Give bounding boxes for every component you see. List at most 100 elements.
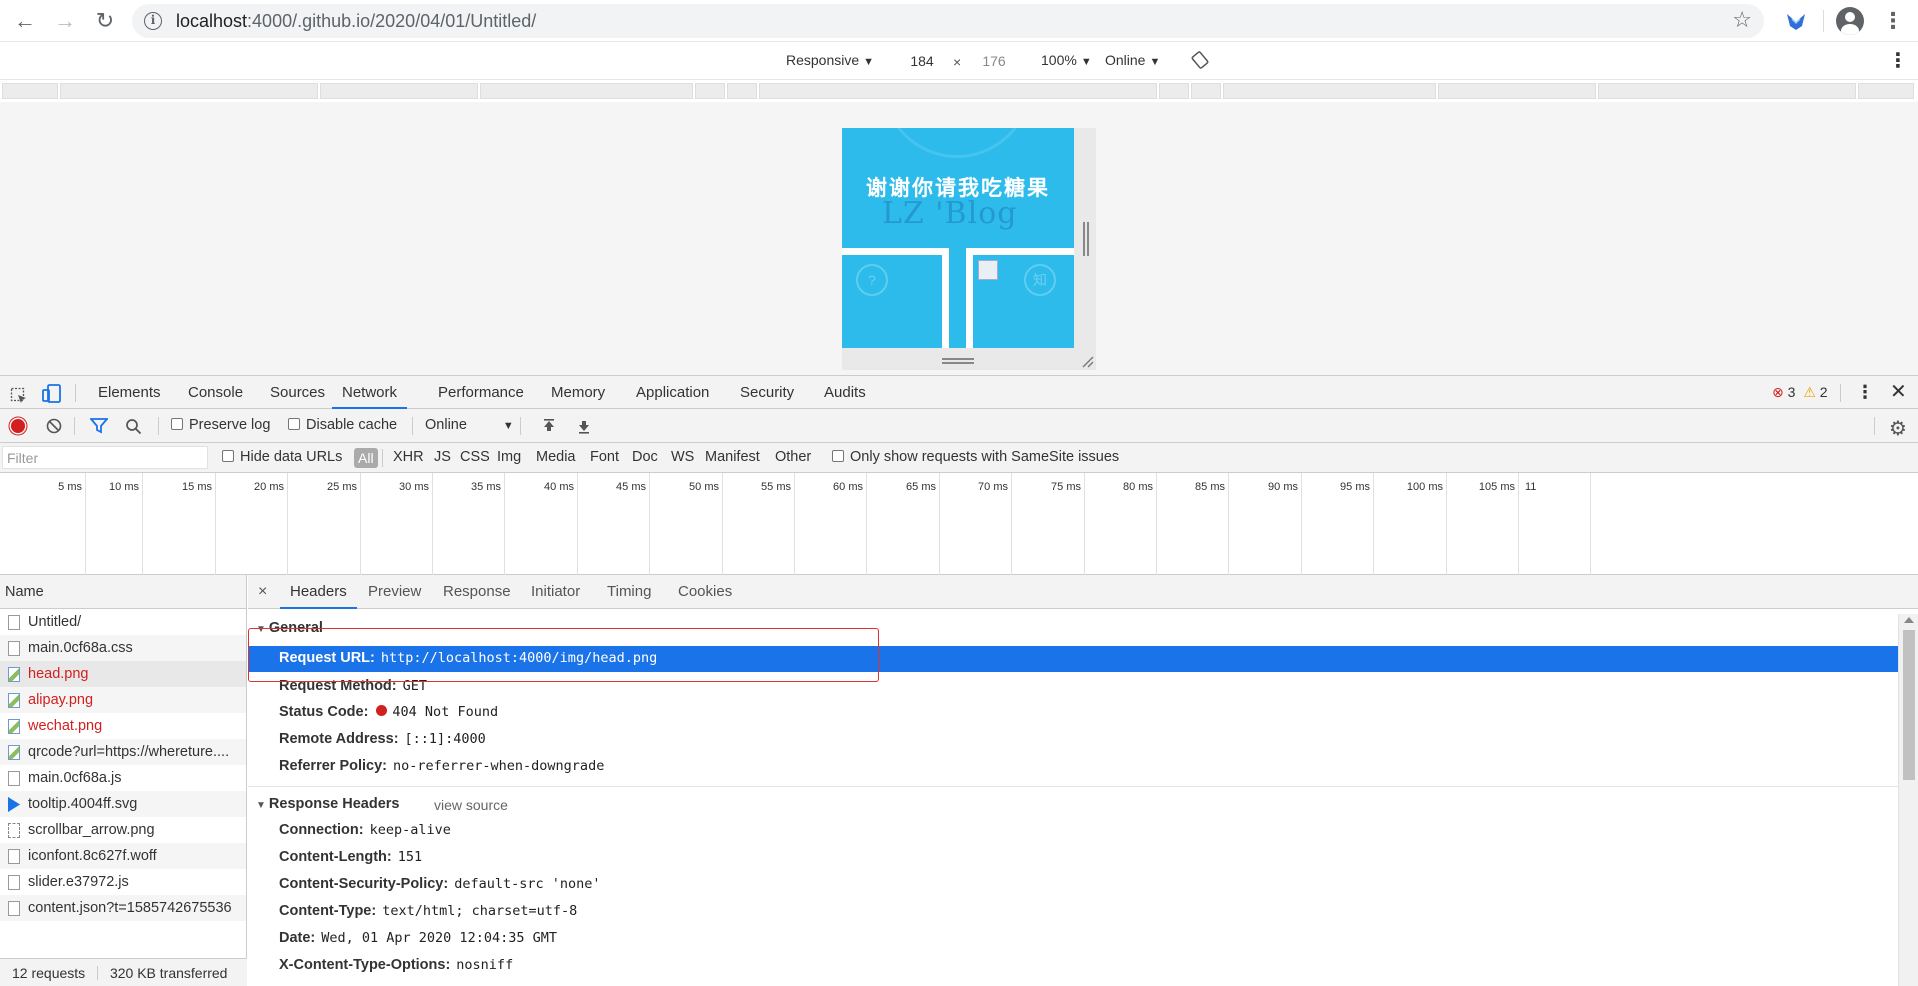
view-source-link[interactable]: view source <box>434 797 508 813</box>
filter-type-ws[interactable]: WS <box>671 449 694 465</box>
media-query-segment[interactable] <box>1191 83 1221 99</box>
filter-type-media[interactable]: Media <box>536 449 576 465</box>
tab-performance[interactable]: Performance <box>438 376 524 409</box>
checkbox-box[interactable] <box>222 450 234 462</box>
media-query-segment[interactable] <box>1438 83 1596 99</box>
media-query-segment[interactable] <box>1858 83 1914 99</box>
devtools-menu-icon[interactable]: ⋮ <box>1856 376 1874 409</box>
request-row[interactable]: scrollbar_arrow.png <box>0 817 246 843</box>
request-row[interactable]: tooltip.4004ff.svg <box>0 791 246 817</box>
zoom-select[interactable]: 100% ▼ <box>1041 52 1092 68</box>
filter-type-xhr[interactable]: XHR <box>393 449 424 465</box>
request-row[interactable]: content.json?t=1585742675536 <box>0 895 246 921</box>
media-query-segment[interactable] <box>695 83 725 99</box>
resize-corner-icon[interactable] <box>1080 354 1094 368</box>
request-row[interactable]: qrcode?url=https://whereture.... <box>0 739 246 765</box>
url-text[interactable]: localhost:4000/.github.io/2020/04/01/Unt… <box>176 11 536 32</box>
inspect-element-icon[interactable] <box>10 384 28 403</box>
preserve-log-checkbox[interactable]: Preserve log <box>171 417 270 433</box>
filter-type-font[interactable]: Font <box>590 449 619 465</box>
network-throttle-select[interactable]: Online ▼ <box>425 417 514 433</box>
response-header-row[interactable]: Content-Type: text/html; charset=utf-8 <box>279 903 577 919</box>
clear-icon[interactable] <box>46 418 62 437</box>
import-har-icon[interactable] <box>541 418 557 437</box>
remote-address-row[interactable]: Remote Address: [::1]:4000 <box>279 731 486 747</box>
tab-initiator[interactable]: Initiator <box>531 575 580 609</box>
disable-cache-checkbox[interactable]: Disable cache <box>288 417 397 433</box>
media-query-segment[interactable] <box>60 83 318 99</box>
tab-network[interactable]: Network <box>332 376 408 409</box>
media-query-segment[interactable] <box>480 83 693 99</box>
response-header-row[interactable]: Content-Length: 151 <box>279 849 422 865</box>
scrollbar-thumb[interactable] <box>1903 630 1915 780</box>
search-icon[interactable] <box>125 418 142 438</box>
tab-elements[interactable]: Elements <box>98 376 161 409</box>
tab-audits[interactable]: Audits <box>824 376 866 409</box>
request-row[interactable]: main.0cf68a.css <box>0 635 246 661</box>
device-select[interactable]: Responsive ▼ <box>786 52 874 68</box>
request-row[interactable]: slider.e37972.js <box>0 869 246 895</box>
network-settings-gear-icon[interactable]: ⚙ <box>1889 416 1907 441</box>
resize-handle-bottom[interactable] <box>942 358 974 364</box>
device-toggle-icon[interactable] <box>42 383 62 403</box>
chrome-menu-icon[interactable]: ⋮ <box>1882 8 1904 34</box>
close-devtools-icon[interactable]: ✕ <box>1890 376 1907 409</box>
tab-headers[interactable]: Headers <box>280 575 357 609</box>
bookmark-star-icon[interactable]: ☆ <box>1732 7 1752 33</box>
height-input[interactable]: 176 <box>968 49 1020 73</box>
address-bar[interactable]: i localhost:4000/.github.io/2020/04/01/U… <box>132 4 1764 38</box>
response-header-row[interactable]: X-Content-Type-Options: nosniff <box>279 957 513 973</box>
network-timeline-overview[interactable]: 5 ms 10 ms 15 ms 20 ms 25 ms 30 ms 35 ms 40 ms 4… <box>0 473 1918 575</box>
resize-handle-right[interactable] <box>1083 222 1089 256</box>
request-row[interactable]: head.png <box>0 661 246 687</box>
filter-type-css[interactable]: CSS <box>460 449 490 465</box>
request-row[interactable]: wechat.png <box>0 713 246 739</box>
site-info-icon[interactable]: i <box>144 12 162 30</box>
samesite-issues-checkbox[interactable]: Only show requests with SameSite issues <box>832 449 1119 465</box>
export-har-icon[interactable] <box>576 418 592 437</box>
media-query-segment[interactable] <box>1159 83 1189 99</box>
tab-application[interactable]: Application <box>636 376 709 409</box>
name-column-header[interactable]: Name <box>0 575 246 609</box>
response-header-row[interactable]: Content-Security-Policy: default-src 'non… <box>279 876 601 892</box>
tab-console[interactable]: Console <box>188 376 243 409</box>
hide-data-urls-checkbox[interactable]: Hide data URLs <box>222 449 342 465</box>
back-icon[interactable]: ← <box>10 6 40 36</box>
referrer-policy-row[interactable]: Referrer Policy: no-referrer-when-downgra… <box>279 758 604 774</box>
checkbox-box[interactable] <box>288 418 300 430</box>
tab-response[interactable]: Response <box>443 575 511 609</box>
tab-sources[interactable]: Sources <box>270 376 325 409</box>
device-more-icon[interactable]: ⋮ <box>1888 48 1908 73</box>
filter-input[interactable]: Filter <box>2 446 208 469</box>
response-headers-section-toggle[interactable]: ▼ Response Headers <box>256 796 399 812</box>
media-query-segment[interactable] <box>320 83 478 99</box>
tab-memory[interactable]: Memory <box>551 376 605 409</box>
filter-type-doc[interactable]: Doc <box>632 449 658 465</box>
filter-type-all[interactable]: All <box>354 448 378 468</box>
status-code-row[interactable]: Status Code: 404 Not Found <box>279 704 498 720</box>
filter-type-js[interactable]: JS <box>434 449 451 465</box>
scroll-up-arrow-icon[interactable] <box>1904 617 1914 623</box>
request-row[interactable]: alipay.png <box>0 687 246 713</box>
profile-avatar-icon[interactable] <box>1836 7 1864 35</box>
media-query-segment[interactable] <box>1598 83 1856 99</box>
checkbox-box[interactable] <box>832 450 844 462</box>
tab-preview[interactable]: Preview <box>368 575 421 609</box>
throttle-select[interactable]: Online ▼ <box>1105 52 1160 68</box>
response-header-row[interactable]: Connection: keep-alive <box>279 822 451 838</box>
media-query-segment[interactable] <box>2 83 58 99</box>
request-row[interactable]: main.0cf68a.js <box>0 765 246 791</box>
issue-counter[interactable]: ⊗ 3 ⚠ 2 <box>1772 376 1828 409</box>
width-input[interactable]: 184 <box>896 49 948 73</box>
tab-cookies[interactable]: Cookies <box>678 575 732 609</box>
record-icon[interactable] <box>11 419 25 433</box>
filter-icon[interactable] <box>89 418 109 437</box>
request-row[interactable]: iconfont.8c627f.woff <box>0 843 246 869</box>
rotate-icon[interactable] <box>1190 50 1210 73</box>
response-header-row[interactable]: Date: Wed, 01 Apr 2020 12:04:35 GMT <box>279 930 557 946</box>
forward-icon[interactable]: → <box>50 6 80 36</box>
media-query-segment[interactable] <box>759 83 1157 99</box>
reload-icon[interactable]: ↻ <box>90 6 120 36</box>
filter-type-other[interactable]: Other <box>775 449 811 465</box>
checkbox-box[interactable] <box>171 418 183 430</box>
